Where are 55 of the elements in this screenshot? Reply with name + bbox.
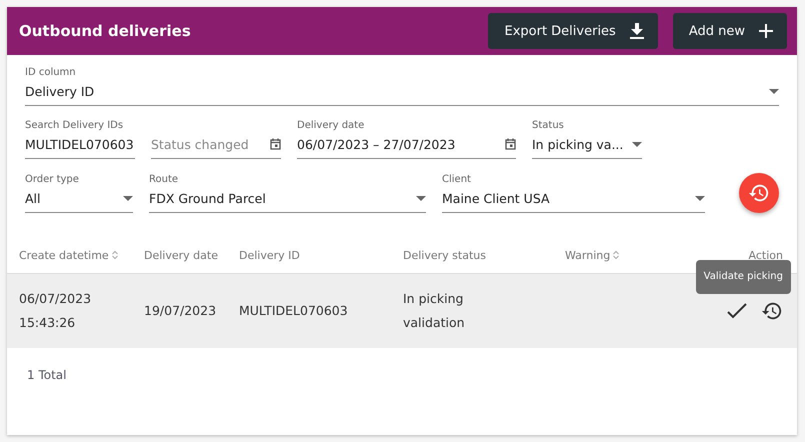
- field-label: ID column: [25, 67, 77, 80]
- download-icon: [630, 23, 644, 39]
- select-field[interactable]: Status In picking va...: [532, 120, 642, 159]
- column-header: Delivery date: [144, 248, 218, 262]
- tooltip: Validate picking: [696, 260, 791, 294]
- input-field[interactable]: Search Delivery IDs MULTIDEL070603: [25, 120, 135, 159]
- sort-icon: [613, 250, 620, 260]
- table-cell: In picking validation: [403, 291, 465, 330]
- page-title: Outbound deliveries: [19, 22, 192, 40]
- field-label: Search Delivery IDs: [25, 120, 124, 133]
- field-value: Delivery ID: [25, 84, 94, 98]
- history-icon: [761, 300, 783, 322]
- field-label: Order type: [25, 174, 80, 187]
- calendar-icon: [270, 138, 281, 150]
- field-value: Maine Client USA: [442, 190, 550, 206]
- field-value: In picking va...: [532, 136, 624, 152]
- column-header: Delivery status: [403, 248, 486, 262]
- reset-filters-button[interactable]: [739, 173, 779, 213]
- export-button[interactable]: Export Deliveries: [488, 13, 658, 49]
- field-label: Delivery date: [297, 120, 366, 133]
- checkmark-icon: [727, 303, 747, 319]
- table-cell: 06/07/2023 15:43:26: [19, 291, 92, 330]
- select-field[interactable]: Route FDX Ground Parcel: [149, 174, 426, 213]
- total-count: 1 Total: [26, 367, 68, 384]
- dropdown-caret-icon: [416, 196, 426, 200]
- date-field[interactable]: Status changed: [151, 120, 281, 159]
- history-icon: [748, 182, 770, 204]
- select-field[interactable]: Client Maine Client USA: [442, 174, 705, 213]
- plus-icon: [759, 24, 773, 38]
- column-header[interactable]: Warning: [565, 248, 620, 262]
- field-label: Route: [149, 174, 180, 187]
- history-button[interactable]: [761, 300, 783, 322]
- sort-icon: [112, 250, 118, 260]
- column-header[interactable]: Create datetime: [19, 248, 118, 262]
- field-value: MULTIDEL070603: [25, 136, 134, 152]
- field-value: All: [25, 190, 40, 206]
- select-field[interactable]: ID column Delivery ID: [25, 67, 779, 106]
- dropdown-caret-icon: [632, 142, 642, 146]
- field-placeholder: Status changed: [151, 136, 249, 152]
- table-cell: 19/07/2023: [144, 303, 216, 318]
- select-field[interactable]: Order type All: [25, 174, 133, 213]
- field-value: FDX Ground Parcel: [149, 190, 266, 206]
- dropdown-caret-icon: [123, 196, 133, 200]
- date-field[interactable]: Delivery date 06/07/2023 – 27/07/2023: [297, 120, 516, 159]
- field-label: Client: [442, 174, 472, 187]
- validate-button[interactable]: [727, 303, 747, 319]
- dropdown-caret-icon: [769, 88, 779, 94]
- calendar-icon: [505, 138, 516, 150]
- field-label: Status: [532, 120, 565, 133]
- field-value: 06/07/2023 – 27/07/2023: [297, 136, 456, 152]
- add-button[interactable]: Add new: [672, 13, 787, 49]
- column-header: Delivery ID: [239, 248, 300, 262]
- dropdown-caret-icon: [695, 196, 705, 200]
- column-header: Action: [748, 248, 783, 262]
- table-cell: MULTIDEL070603: [239, 303, 348, 318]
